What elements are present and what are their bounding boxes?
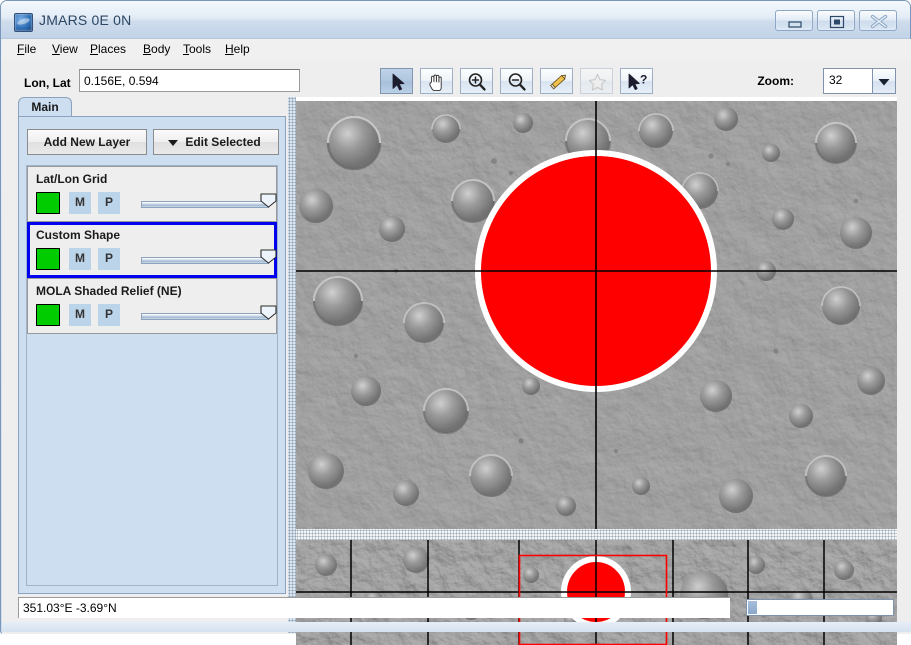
caret-down-icon: [168, 140, 178, 146]
layer-opacity-slider[interactable]: [141, 193, 277, 208]
menu-body[interactable]: Body: [140, 42, 173, 56]
maximize-icon: [829, 15, 845, 29]
map-view-container: [296, 97, 897, 645]
layer-m-button[interactable]: M: [69, 248, 91, 270]
window-bottom-strip: [2, 622, 911, 632]
pan-hand-tool-button[interactable]: [420, 68, 453, 94]
zoom-in-tool-button[interactable]: [460, 68, 493, 94]
layer-m-button[interactable]: M: [69, 304, 91, 326]
content-area: Lon, Lat 0.156E, 0.594 ? Zoom: 32 Main A…: [2, 59, 911, 645]
star-icon: [588, 73, 607, 91]
zoom-label: Zoom:: [757, 74, 794, 88]
slider-track: [141, 201, 269, 208]
layer-row[interactable]: Custom Shape M P: [27, 222, 277, 278]
add-new-layer-button[interactable]: Add New Layer: [27, 129, 147, 155]
menu-tools[interactable]: Tools: [180, 42, 214, 56]
arrow-cursor-icon: [392, 73, 405, 91]
close-icon: [870, 14, 888, 29]
globe-icon: [14, 13, 33, 32]
edit-selected-label: Edit Selected: [185, 135, 261, 149]
layer-p-button[interactable]: P: [98, 304, 120, 326]
layer-opacity-slider[interactable]: [141, 249, 277, 264]
slider-thumb[interactable]: [260, 305, 277, 320]
menu-places[interactable]: Places: [87, 42, 129, 56]
progress-bar-fill: [748, 601, 757, 614]
menu-view[interactable]: View: [49, 42, 81, 56]
edit-selected-button[interactable]: Edit Selected: [153, 129, 279, 155]
layer-row[interactable]: Lat/Lon Grid M P: [27, 166, 277, 222]
layer-m-button[interactable]: M: [69, 192, 91, 214]
split-pane-divider[interactable]: [288, 97, 296, 633]
panner-divider[interactable]: [296, 529, 897, 540]
hand-icon: [429, 74, 442, 92]
lonlat-input[interactable]: [79, 69, 300, 92]
layer-p-button[interactable]: P: [98, 248, 120, 270]
layer-name: Lat/Lon Grid: [36, 172, 108, 186]
shape-star-tool-button[interactable]: [580, 68, 613, 94]
layer-visibility-swatch[interactable]: [36, 304, 60, 326]
svg-text:?: ?: [640, 73, 647, 87]
minimize-button[interactable]: [775, 10, 813, 31]
whats-this-tool-button[interactable]: ?: [620, 68, 653, 94]
pencil-icon: [550, 74, 566, 90]
zoom-out-tool-button[interactable]: [500, 68, 533, 94]
menu-bar: File View Places Body Tools Help: [2, 39, 911, 60]
application-window: JMARS 0E 0N File View Places Body Tools …: [0, 0, 911, 645]
layer-name: MOLA Shaded Relief (NE): [36, 284, 182, 298]
layer-visibility-swatch[interactable]: [36, 192, 60, 214]
layer-row[interactable]: MOLA Shaded Relief (NE) M P: [27, 278, 277, 334]
layer-p-button[interactable]: P: [98, 192, 120, 214]
slider-thumb[interactable]: [260, 249, 277, 264]
status-bar: 351.03°E -3.69°N: [18, 597, 730, 618]
coordinate-readout: 351.03°E -3.69°N: [23, 601, 117, 615]
magnifier-plus-icon: [468, 73, 486, 91]
select-arrow-tool-button[interactable]: [380, 68, 413, 94]
slider-thumb[interactable]: [260, 193, 277, 208]
mars-shaded-relief-image: [296, 101, 897, 529]
lonlat-label: Lon, Lat: [24, 76, 71, 90]
minimize-icon: [788, 21, 802, 28]
magnifier-minus-icon: [508, 73, 526, 91]
close-button[interactable]: [859, 10, 897, 31]
menu-file[interactable]: File: [14, 42, 39, 56]
arrow-question-icon: ?: [628, 73, 647, 90]
window-title: JMARS 0E 0N: [39, 12, 132, 28]
draw-pencil-tool-button[interactable]: [540, 68, 573, 94]
zoom-value: 32: [829, 73, 843, 87]
tab-strip: Main: [18, 97, 286, 117]
chevron-down-icon: [878, 79, 890, 86]
slider-track: [141, 313, 269, 320]
tab-main[interactable]: Main: [18, 97, 72, 117]
layer-name: Custom Shape: [36, 228, 121, 242]
layer-list[interactable]: Lat/Lon Grid M P Custom Shape M P MOLA S…: [26, 165, 278, 586]
layer-manager-panel: Add New Layer Edit Selected Lat/Lon Grid…: [18, 116, 286, 594]
progress-bar: [746, 599, 894, 616]
maximize-button[interactable]: [817, 10, 855, 31]
menu-help[interactable]: Help: [222, 42, 253, 56]
zoom-combobox[interactable]: 32: [823, 68, 896, 94]
slider-track: [141, 257, 269, 264]
main-map-view[interactable]: [296, 101, 897, 529]
layer-opacity-slider[interactable]: [141, 305, 277, 320]
title-bar: JMARS 0E 0N: [1, 1, 910, 39]
layer-visibility-swatch[interactable]: [36, 248, 60, 270]
zoom-dropdown-button[interactable]: [872, 69, 895, 93]
